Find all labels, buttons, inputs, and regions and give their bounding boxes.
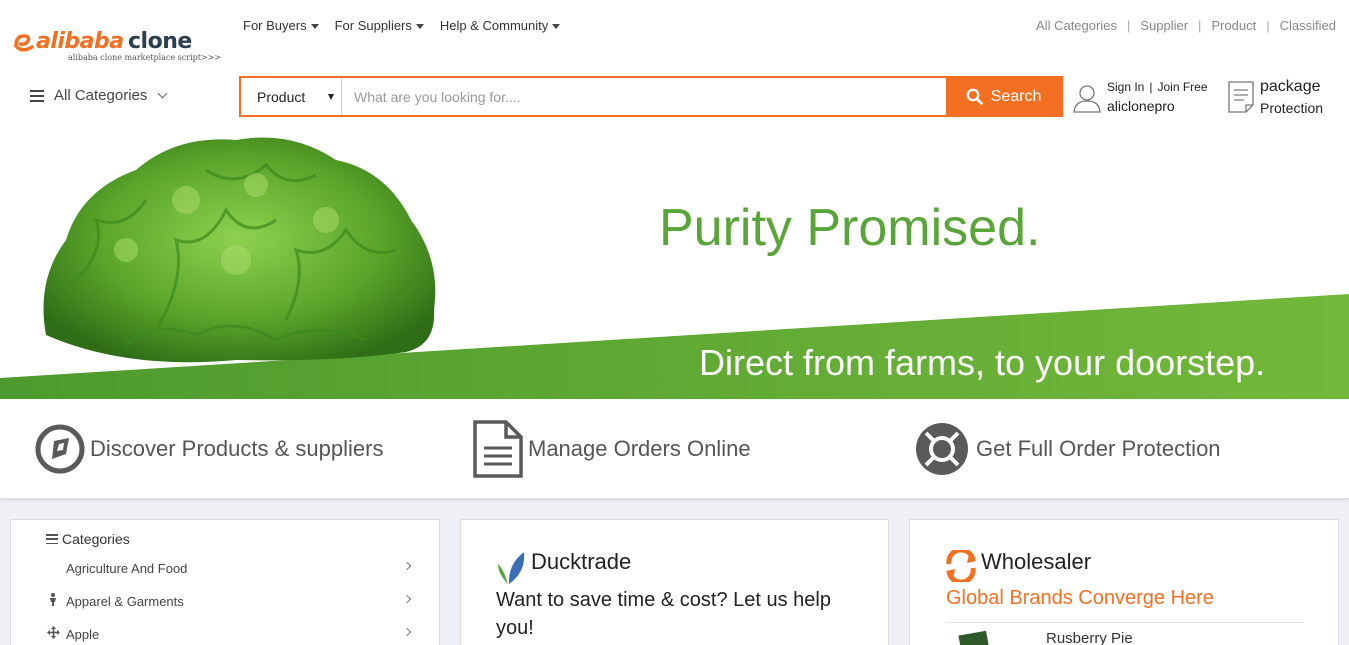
search-type-select[interactable]: Product bbox=[241, 78, 342, 115]
svg-text:alibaba: alibaba bbox=[36, 29, 124, 54]
logo-tagline: alibaba clone marketplace script>>> bbox=[68, 53, 222, 62]
top-navigation: For Buyers For Suppliers Help & Communit… bbox=[243, 18, 561, 33]
chevron-right-icon bbox=[402, 561, 412, 571]
category-item-apparel[interactable]: Apparel & Garments bbox=[45, 590, 412, 612]
wholesaler-logo-icon bbox=[946, 550, 976, 582]
nav-for-suppliers-label: For Suppliers bbox=[334, 18, 412, 33]
nav-help-community[interactable]: Help & Community bbox=[439, 18, 561, 33]
search-button[interactable]: Search bbox=[946, 78, 1061, 115]
user-icon bbox=[1073, 85, 1101, 113]
lettuce-image bbox=[43, 137, 436, 363]
feature-order-protection[interactable]: Get Full Order Protection bbox=[912, 419, 1221, 479]
ducktrade-panel[interactable]: Ducktrade Want to save time & cost? Let … bbox=[460, 519, 889, 645]
package-label: package bbox=[1260, 78, 1321, 95]
nav-for-buyers[interactable]: For Buyers bbox=[243, 18, 319, 33]
chevron-right-icon bbox=[402, 594, 412, 604]
toplink-all-categories[interactable]: All Categories bbox=[1026, 18, 1127, 33]
toplink-classified[interactable]: Classified bbox=[1270, 18, 1336, 33]
categories-heading-label: Categories bbox=[62, 531, 130, 547]
chevron-right-icon bbox=[402, 627, 412, 637]
wholesaler-product-name[interactable]: Rusberry Pie bbox=[1046, 630, 1133, 645]
categories-heading: Categories bbox=[46, 531, 130, 547]
banner-headline: Purity Promised. bbox=[659, 199, 1041, 257]
wholesaler-title: Wholesaler bbox=[981, 549, 1092, 574]
divider bbox=[946, 622, 1304, 623]
ducktrade-logo-icon bbox=[498, 552, 525, 584]
feature-order-protection-label: Get Full Order Protection bbox=[976, 436, 1221, 461]
search-type-value: Product bbox=[257, 88, 306, 105]
account-area: Sign In | Join Free aliclonepro bbox=[1072, 79, 1217, 119]
search-button-label: Search bbox=[990, 87, 1042, 105]
logo-graphic: alibaba clone bbox=[14, 29, 192, 54]
search-bar: Product Search bbox=[239, 76, 1063, 117]
feature-discover-label: Discover Products & suppliers bbox=[90, 436, 384, 461]
category-item-apple[interactable]: Apple bbox=[45, 623, 412, 645]
category-item-label: Apple bbox=[66, 626, 100, 642]
join-free-link[interactable]: Join Free bbox=[1157, 80, 1207, 94]
ducktrade-text: Want to save time & cost? Let us help yo… bbox=[496, 589, 831, 639]
search-icon bbox=[966, 88, 983, 105]
account-separator: | bbox=[1149, 80, 1153, 94]
search-input[interactable] bbox=[342, 78, 946, 115]
category-item-label: Agriculture And Food bbox=[66, 560, 188, 576]
caret-down-icon bbox=[552, 24, 561, 29]
site-logo[interactable]: alibaba clone alibaba clone marketplace … bbox=[14, 26, 221, 66]
account-links: Sign In | Join Free bbox=[1107, 80, 1208, 94]
svg-text:clone: clone bbox=[128, 29, 192, 54]
package-protection[interactable]: package Protection bbox=[1227, 78, 1342, 120]
document-icon bbox=[473, 420, 523, 478]
feature-manage-orders-label: Manage Orders Online bbox=[528, 436, 751, 461]
account-username[interactable]: aliclonepro bbox=[1107, 98, 1175, 114]
top-links: All Categories | Supplier | Product | Cl… bbox=[1026, 18, 1336, 33]
product-thumbnail[interactable] bbox=[958, 630, 990, 645]
category-item-agriculture[interactable]: Agriculture And Food bbox=[45, 557, 412, 579]
person-icon bbox=[45, 593, 61, 609]
hamburger-icon bbox=[30, 89, 44, 102]
nav-for-suppliers[interactable]: For Suppliers bbox=[335, 18, 424, 33]
wholesaler-panel[interactable]: Wholesaler Global Brands Converge Here R… bbox=[909, 519, 1339, 645]
caret-down-icon bbox=[415, 24, 424, 29]
site-header: alibaba clone alibaba clone marketplace … bbox=[0, 0, 1349, 130]
features-strip: Discover Products & suppliers Manage Ord… bbox=[0, 399, 1349, 499]
sign-in-link[interactable]: Sign In bbox=[1107, 80, 1144, 94]
nav-help-community-label: Help & Community bbox=[439, 18, 549, 33]
compass-icon bbox=[35, 424, 85, 474]
toplink-supplier[interactable]: Supplier bbox=[1130, 18, 1198, 33]
package-icon bbox=[1228, 81, 1254, 113]
categories-panel: Categories Agriculture And Food Apparel … bbox=[10, 519, 440, 645]
feature-discover[interactable]: Discover Products & suppliers bbox=[34, 419, 383, 479]
banner-tagline: Direct from farms, to your doorstep. bbox=[699, 342, 1266, 383]
toplink-product[interactable]: Product bbox=[1201, 18, 1266, 33]
nav-for-buyers-label: For Buyers bbox=[243, 18, 307, 33]
move-icon bbox=[45, 626, 61, 642]
all-categories-label: All Categories bbox=[54, 87, 148, 104]
category-item-label: Apparel & Garments bbox=[66, 593, 184, 609]
ducktrade-title: Ducktrade bbox=[531, 549, 632, 574]
protection-label: Protection bbox=[1260, 100, 1324, 116]
feature-manage-orders[interactable]: Manage Orders Online bbox=[472, 419, 751, 479]
dropdown-arrow-icon bbox=[328, 93, 334, 100]
list-icon bbox=[46, 534, 58, 544]
hero-banner[interactable]: Purity Promised. Direct from farms, to y… bbox=[0, 130, 1349, 399]
wholesaler-subtitle: Global Brands Converge Here bbox=[946, 587, 1214, 609]
all-categories-menu[interactable]: All Categories bbox=[30, 87, 168, 104]
lifebuoy-icon bbox=[916, 423, 968, 475]
caret-down-icon bbox=[310, 24, 319, 29]
chevron-down-icon bbox=[157, 88, 168, 99]
